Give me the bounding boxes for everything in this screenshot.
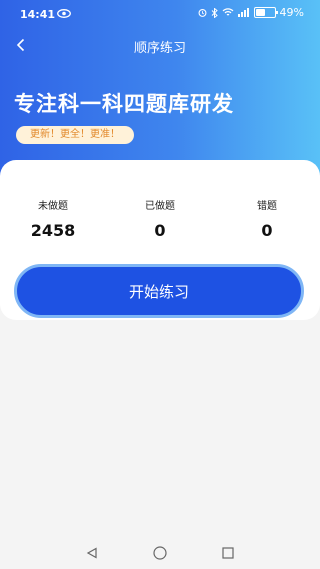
tagline-badge: 更新！更全！更准！	[16, 126, 134, 144]
status-bar: 14:41 49%	[0, 0, 320, 28]
alarm-icon	[198, 8, 207, 17]
battery-percent: 49%	[279, 6, 304, 19]
hero-headline: 专注科一科四题库研发	[14, 92, 234, 116]
start-practice-button[interactable]: 开始练习	[14, 264, 304, 318]
triangle-back-icon	[86, 547, 97, 559]
stat-value: 0	[154, 221, 166, 240]
square-recents-icon	[222, 547, 234, 559]
stat-value: 2458	[30, 221, 76, 240]
page-title: 顺序练习	[133, 41, 186, 56]
wifi-icon	[222, 8, 233, 16]
stat-label: 已做题	[145, 201, 175, 212]
battery-icon	[253, 7, 278, 18]
signal-icon	[237, 8, 249, 17]
stat-undone: 未做题 2458	[8, 197, 98, 240]
nav-recents-button[interactable]	[220, 545, 236, 561]
stat-done: 已做题 0	[115, 197, 205, 240]
system-nav-bar	[0, 540, 320, 569]
nav-home-button[interactable]	[152, 545, 168, 561]
nav-back-button[interactable]	[84, 545, 100, 561]
status-time: 14:41	[20, 8, 56, 21]
app-nav-bar: 顺序练习	[0, 32, 320, 58]
stat-label: 未做题	[38, 201, 68, 212]
stat-label: 错题	[257, 201, 277, 212]
stat-value: 0	[261, 221, 273, 240]
eye-icon	[57, 9, 71, 18]
bluetooth-icon	[211, 7, 218, 18]
circle-home-icon	[153, 546, 167, 560]
stat-wrong[interactable]: 错题 0	[222, 197, 312, 240]
